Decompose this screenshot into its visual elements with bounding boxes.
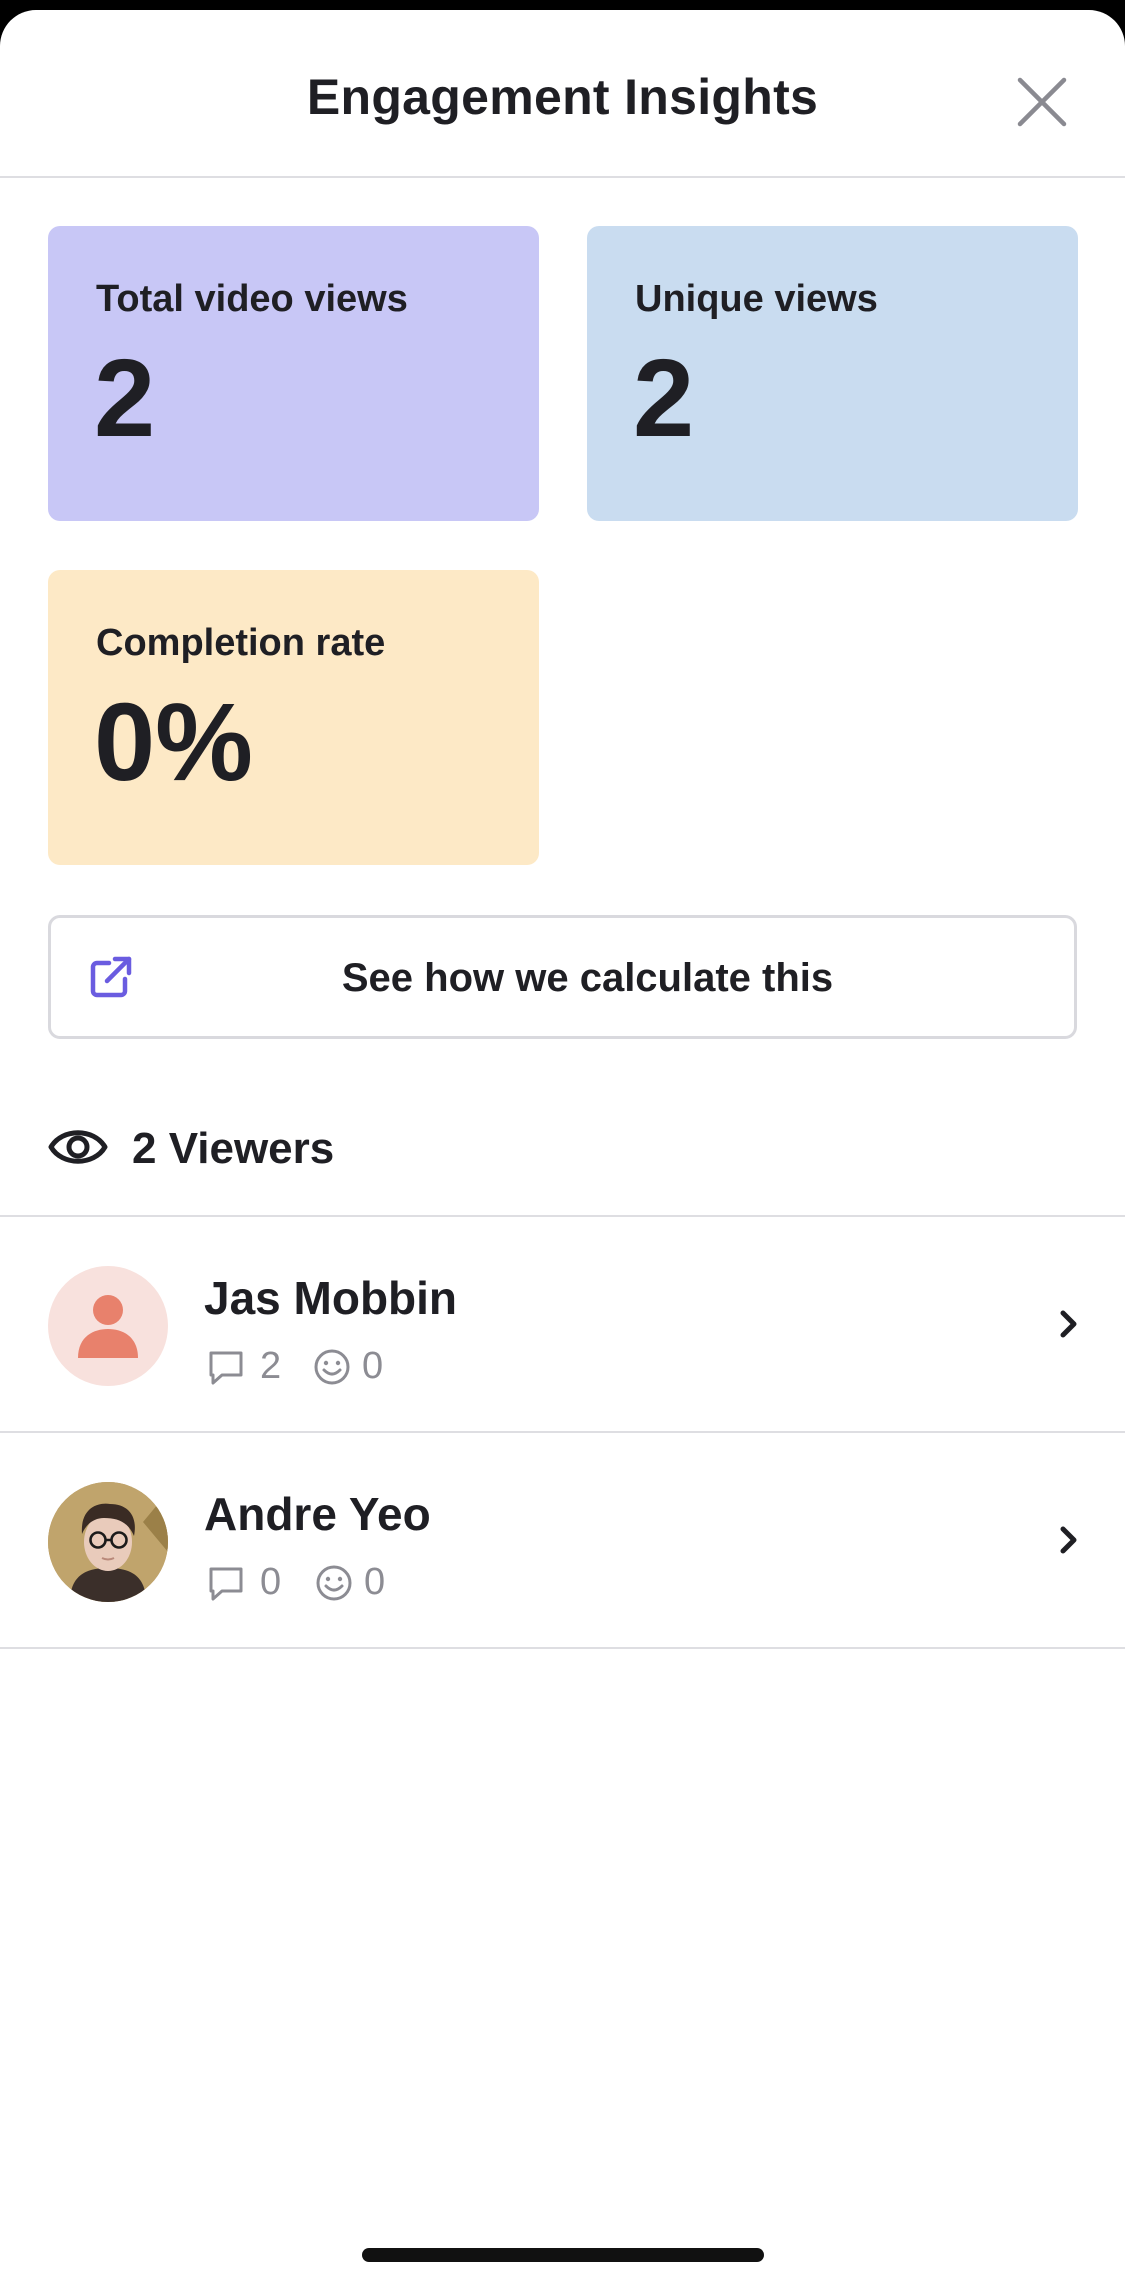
header: Engagement Insights xyxy=(0,10,1125,178)
close-icon xyxy=(1017,77,1067,127)
close-button[interactable] xyxy=(1010,70,1074,134)
engagement-insights-sheet: Engagement Insights Total video views 2 … xyxy=(0,10,1125,2284)
viewers-count-label: 2 Viewers xyxy=(132,1124,335,1173)
divider xyxy=(0,1647,1125,1649)
comment-icon xyxy=(209,1567,243,1601)
completion-rate-value: 0% xyxy=(94,681,253,804)
viewer-name: Andre Yeo xyxy=(204,1488,431,1540)
viewer-name: Jas Mobbin xyxy=(204,1272,458,1324)
avatar xyxy=(48,1482,168,1602)
person-icon xyxy=(78,1295,138,1358)
total-video-views-card: Total video views 2 xyxy=(48,226,539,521)
comment-count: 2 xyxy=(260,1345,282,1387)
completion-rate-label: Completion rate xyxy=(96,622,386,664)
chevron-right-icon xyxy=(1060,1310,1077,1338)
unique-views-label: Unique views xyxy=(635,278,878,320)
smiley-icon xyxy=(316,1565,352,1601)
chevron-right-icon xyxy=(1060,1526,1077,1554)
see-how-we-calculate-label: See how we calculate this xyxy=(341,956,834,1000)
reaction-count: 0 xyxy=(364,1561,386,1603)
page-title: Engagement Insights xyxy=(306,69,819,125)
eye-icon xyxy=(48,1130,108,1164)
unique-views-value: 2 xyxy=(633,337,695,460)
completion-rate-card: Completion rate 0% xyxy=(48,570,539,865)
viewer-row-andre-yeo[interactable]: Andre Yeo 0 0 xyxy=(0,1433,1125,1647)
comment-count: 0 xyxy=(260,1561,282,1603)
unique-views-card: Unique views 2 xyxy=(587,226,1078,521)
viewer-row-jas-mobbin[interactable]: Jas Mobbin 2 0 xyxy=(0,1217,1125,1431)
reaction-count: 0 xyxy=(362,1345,384,1387)
profile-photo xyxy=(48,1482,168,1602)
avatar xyxy=(48,1266,168,1386)
smiley-icon xyxy=(314,1349,350,1385)
total-video-views-label: Total video views xyxy=(96,278,408,320)
total-video-views-value: 2 xyxy=(94,337,156,460)
see-how-we-calculate-button[interactable]: See how we calculate this xyxy=(48,915,1077,1039)
home-indicator[interactable] xyxy=(362,2248,764,2262)
comment-icon xyxy=(209,1351,243,1385)
